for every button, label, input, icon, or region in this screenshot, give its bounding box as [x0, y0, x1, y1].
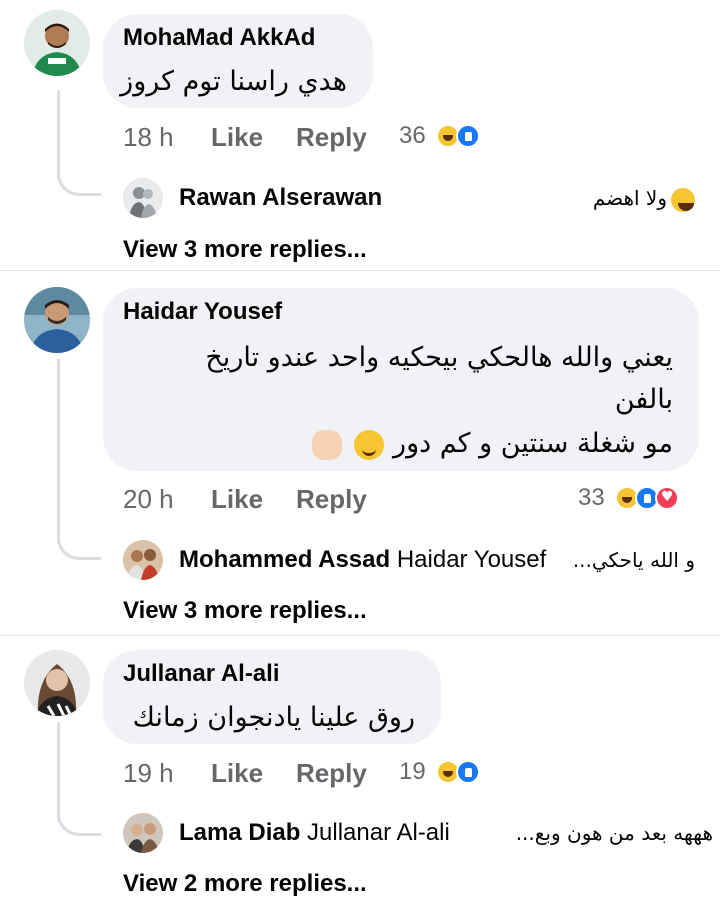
love-reaction-icon[interactable]	[655, 486, 679, 510]
comment-text-line-3: مو شغلة سنتين و كم دور	[308, 428, 673, 460]
comment-text: هدي راسنا توم كروز	[120, 66, 347, 97]
comment-author[interactable]: Haidar Yousef	[123, 298, 282, 326]
clapping-hands-emoji-icon	[311, 429, 342, 460]
reply-author-name[interactable]: Mohammed Assad	[179, 546, 390, 573]
reply-snippet: و الله ياحكي...	[572, 548, 695, 572]
reply-snippet: ولا اهضم	[593, 186, 695, 212]
view-more-replies[interactable]: View 3 more replies...	[123, 236, 367, 264]
like-button[interactable]: Like	[211, 758, 263, 789]
reaction-count[interactable]: 19	[399, 758, 426, 786]
comment-author[interactable]: Jullanar Al-ali	[123, 660, 280, 688]
reply-button[interactable]: Reply	[296, 758, 367, 789]
thread-line	[57, 359, 60, 544]
laugh-cry-emoji-icon	[671, 187, 695, 212]
reply-avatar[interactable]	[123, 540, 163, 580]
comment-actions: 18 h Like Reply 36	[123, 122, 703, 156]
thread-line	[57, 90, 60, 180]
reply-connector	[57, 170, 101, 196]
avatar[interactable]	[24, 650, 90, 716]
comment-thread-2: Haidar Yousef يعني والله هالحكي بيحكيه و…	[0, 271, 720, 635]
comment-thread-3: Jullanar Al-ali روق علينا يادنجوان زمانك…	[0, 636, 720, 914]
mention-tag[interactable]: Haidar Yousef	[397, 546, 546, 573]
mention-tag[interactable]: Jullanar Al-ali	[307, 819, 450, 846]
comment-bubble: Jullanar Al-ali روق علينا يادنجوان زمانك	[103, 650, 441, 744]
comment-bubble: Haidar Yousef يعني والله هالحكي بيحكيه و…	[103, 288, 699, 471]
reply-author: Mohammed Assad Haidar Yousef	[179, 546, 546, 574]
thread-line	[57, 722, 60, 822]
reply-author: Lama Diab Jullanar Al-ali	[179, 819, 450, 847]
reply-avatar[interactable]	[123, 178, 163, 218]
reply-button[interactable]: Reply	[296, 484, 367, 515]
view-more-replies[interactable]: View 2 more replies...	[123, 870, 367, 898]
reaction-count[interactable]: 36	[399, 122, 426, 150]
like-button[interactable]: Like	[211, 122, 263, 153]
avatar[interactable]	[24, 287, 90, 353]
reply-connector	[57, 810, 101, 836]
comment-time[interactable]: 19 h	[123, 758, 174, 789]
reply-preview[interactable]: Lama Diab Jullanar Al-ali هههه بعد من هو…	[123, 813, 713, 855]
reply-preview[interactable]: Rawan Alserawan ولا اهضم	[123, 178, 713, 220]
like-reaction-icon[interactable]	[456, 124, 480, 148]
avatar[interactable]	[24, 10, 90, 76]
like-reaction-icon[interactable]	[456, 760, 480, 784]
like-button[interactable]: Like	[211, 484, 263, 515]
comment-text-line-2: بالفن	[614, 384, 673, 415]
reply-connector	[57, 534, 101, 560]
comment-actions: 19 h Like Reply 19	[123, 758, 703, 792]
comment-author[interactable]: MohaMad AkkAd	[123, 24, 315, 52]
comment-text: روق علينا يادنجوان زمانك	[132, 702, 415, 733]
reply-avatar[interactable]	[123, 813, 163, 853]
reply-author[interactable]: Rawan Alserawan	[179, 184, 382, 212]
reply-snippet: هههه بعد من هون وبع...	[515, 821, 713, 845]
comment-thread-1: MohaMad AkkAd هدي راسنا توم كروز 18 h Li…	[0, 0, 720, 270]
reply-author-name[interactable]: Lama Diab	[179, 819, 300, 846]
comment-text-line-1: يعني والله هالحكي بيحكيه واحد عندو تاريخ	[205, 342, 673, 373]
reply-preview[interactable]: Mohammed Assad Haidar Yousef و الله ياحك…	[123, 540, 713, 582]
comment-time[interactable]: 20 h	[123, 484, 174, 515]
view-more-replies[interactable]: View 3 more replies...	[123, 597, 367, 625]
reply-button[interactable]: Reply	[296, 122, 367, 153]
smiling-face-emoji-icon	[354, 429, 385, 460]
comment-bubble: MohaMad AkkAd هدي راسنا توم كروز	[103, 14, 373, 108]
comment-time[interactable]: 18 h	[123, 122, 174, 153]
reaction-count[interactable]: 33	[578, 484, 605, 512]
comment-actions: 20 h Like Reply 33	[123, 484, 703, 518]
